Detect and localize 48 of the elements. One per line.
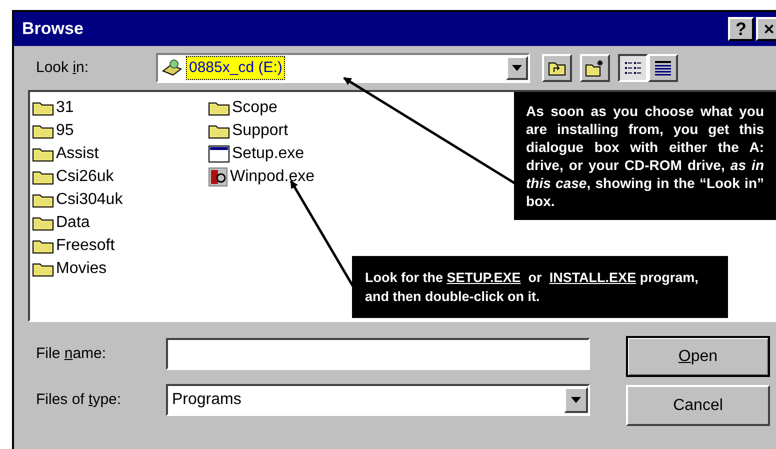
list-view-icon (624, 60, 642, 76)
callout-text: As soon as you choose what you are installing from, you get this dialogue box with either the A: drive, or your CD-ROM drive, as in this case, showing in the “Look in” box. (526, 102, 764, 210)
folder-icon (32, 192, 54, 208)
program-window-icon (208, 144, 230, 162)
file-type-label: Files of type: (36, 390, 122, 410)
open-button[interactable]: Open (626, 336, 770, 377)
details-view-icon (654, 60, 672, 76)
dropdown-button[interactable] (506, 56, 528, 80)
file-name[interactable]: Freesoft (56, 238, 115, 254)
up-folder-icon (548, 60, 566, 76)
application-icon (208, 166, 228, 186)
file-name[interactable]: Data (56, 214, 90, 230)
folder-icon (32, 168, 54, 184)
file-name[interactable]: Assist (56, 146, 99, 162)
folder-icon (32, 214, 54, 230)
folder-icon (32, 122, 54, 138)
close-button[interactable]: × (756, 17, 776, 41)
file-name[interactable]: Scope (232, 100, 278, 116)
drive-name: 0885x_cd (E:) (186, 56, 286, 80)
window-title: Browse (22, 18, 84, 40)
file-name[interactable]: Support (232, 122, 288, 138)
file-name[interactable]: 31 (56, 100, 74, 116)
file-name[interactable]: Movies (56, 260, 107, 276)
file-type-dropdown[interactable]: Programs (166, 384, 590, 416)
caret-icon (512, 65, 522, 71)
folder-icon (208, 100, 230, 116)
folder-icon (208, 122, 230, 138)
file-name[interactable]: 95 (56, 122, 74, 138)
caret-icon (571, 397, 581, 403)
file-name[interactable]: Csi304uk (56, 192, 123, 208)
help-button[interactable]: ? (728, 17, 754, 41)
cancel-button[interactable]: Cancel (626, 385, 770, 426)
look-in-label: Look in: (36, 58, 90, 78)
new-folder-icon (585, 59, 605, 77)
callout-text: Look for the SETUP.EXE or INSTALL.EXE program, and then double-click on it. (365, 269, 700, 306)
file-name-label: File name: (36, 344, 108, 364)
folder-icon (32, 238, 54, 254)
folder-icon (32, 146, 54, 162)
dropdown-button[interactable] (564, 387, 588, 413)
file-name[interactable]: Csi26uk (56, 168, 114, 184)
file-name-field[interactable] (166, 338, 590, 370)
file-name[interactable]: Winpod.exe (230, 168, 314, 184)
folder-icon (32, 100, 54, 116)
toolbar-button[interactable] (618, 54, 648, 82)
look-in-dropdown[interactable]: 0885x_cd (E:) (156, 53, 530, 83)
folder-icon (32, 260, 54, 276)
cd-drive-icon (162, 59, 182, 77)
file-name[interactable]: Setup.exe (232, 146, 304, 162)
